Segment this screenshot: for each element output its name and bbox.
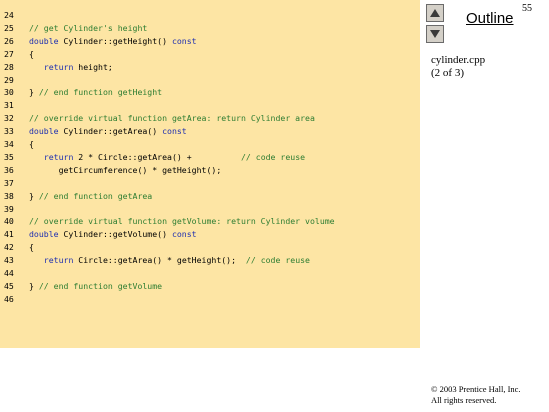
code-token-plain: Cylinder::getVolume() <box>58 229 172 240</box>
code-line: 32 // override virtual function getArea: … <box>0 112 315 124</box>
code-line: 24 <box>0 9 29 21</box>
code-line: 37 <box>0 177 29 189</box>
code-token-plain: Circle::getArea() * getHeight(); <box>73 255 246 266</box>
code-token-keyword: const <box>171 229 197 240</box>
line-number: 34 <box>4 139 14 149</box>
code-line: 35 return 2 * Circle::getArea() + // cod… <box>0 151 305 163</box>
line-number: 38 <box>4 190 14 201</box>
code-line: 26 double Cylinder::getHeight() const <box>0 35 197 47</box>
outline-link[interactable]: Outline <box>466 10 514 27</box>
code-line: 39 <box>0 203 29 215</box>
line-number: 26 <box>4 35 14 46</box>
code-token-keyword: const <box>171 35 197 46</box>
code-token-plain: { <box>29 48 34 59</box>
rights-line: All rights reserved. <box>431 395 497 405</box>
line-number: 40 <box>4 216 14 227</box>
code-token-plain: } <box>29 280 39 291</box>
code-token-keyword: double <box>29 229 59 240</box>
triangle-down-icon <box>430 30 440 38</box>
line-number: 27 <box>4 48 14 59</box>
code-token-keyword: double <box>29 35 59 46</box>
code-token-plain: Cylinder::getArea() <box>58 126 163 137</box>
code-line: 30} // end function getHeight <box>0 86 162 98</box>
code-line: 27 { <box>0 48 34 60</box>
line-number: 29 <box>4 74 14 85</box>
code-token-comment: // end function getArea <box>38 190 153 201</box>
line-number: 36 <box>4 164 14 175</box>
code-line: 31 <box>0 99 29 111</box>
slide-number: 55 <box>522 3 532 14</box>
code-line: 29 <box>0 74 29 86</box>
code-line: 38} // end function getArea <box>0 190 152 202</box>
code-line: 46 <box>0 293 29 305</box>
code-token-keyword: const <box>162 126 187 137</box>
line-number: 24 <box>4 10 14 20</box>
line-number: 41 <box>4 229 14 240</box>
outline-next-button[interactable] <box>426 25 444 43</box>
code-line: 36 getCircumference() * getHeight(); <box>0 164 221 176</box>
code-line: 28 return height; <box>0 61 113 73</box>
code-line: 34 { <box>0 138 34 150</box>
line-number: 30 <box>4 87 14 98</box>
code-token-plain: } <box>29 87 39 98</box>
code-line: 44 <box>0 267 29 279</box>
code-token-keyword: return <box>43 151 74 162</box>
code-token-plain: getCircumference() * getHeight(); <box>29 164 222 175</box>
code-token-plain: { <box>29 139 34 149</box>
code-token-comment: // override virtual function getVolume: … <box>29 216 335 227</box>
code-token-comment: // get Cylinder's height <box>29 22 148 33</box>
code-listing-panel: 24 25 // get Cylinder's height 26 double Cyl… <box>0 0 420 348</box>
code-token-comment: // end function getVolume <box>38 280 163 291</box>
code-line: 25 // get Cylinder's height <box>0 22 147 34</box>
line-number: 35 <box>4 151 14 162</box>
code-token-comment: // code reuse <box>240 151 306 162</box>
copyright-notice: © 2003 Prentice Hall, Inc. All rights re… <box>431 384 521 406</box>
line-number: 32 <box>4 113 14 124</box>
code-token-comment: // code reuse <box>245 255 310 266</box>
line-number: 28 <box>4 61 14 72</box>
code-line: 43 return Circle::getArea() * getHeight(… <box>0 254 310 266</box>
code-token-keyword: double <box>29 126 59 137</box>
line-number: 45 <box>4 280 14 291</box>
line-number: 42 <box>4 242 14 253</box>
line-number: 44 <box>4 268 14 278</box>
triangle-up-icon <box>430 9 440 17</box>
line-number: 37 <box>4 177 14 188</box>
code-line: 40 // override virtual function getVolume… <box>0 215 335 227</box>
line-number: 31 <box>4 100 14 111</box>
code-token-keyword: return <box>43 61 74 72</box>
line-number: 39 <box>4 203 14 214</box>
code-token-plain: } <box>29 190 39 201</box>
file-name: cylinder.cpp <box>431 54 486 66</box>
page-indicator: (2 of 3) <box>431 67 464 79</box>
line-number: 46 <box>4 293 14 304</box>
code-line: 41 double Cylinder::getVolume() const <box>0 228 197 240</box>
code-line: 33 double Cylinder::getArea() const <box>0 125 187 137</box>
code-token-plain: height; <box>73 61 113 72</box>
code-token-keyword: return <box>43 255 74 266</box>
line-number: 43 <box>4 255 14 266</box>
code-line: 45} // end function getVolume <box>0 280 162 292</box>
code-token-plain: { <box>29 242 34 253</box>
code-token-plain: Cylinder::getHeight() <box>58 35 172 46</box>
copyright-line: © 2003 Prentice Hall, Inc. <box>431 384 521 394</box>
line-number: 33 <box>4 126 14 137</box>
code-token-comment: // end function getHeight <box>38 87 163 98</box>
code-line: 42 { <box>0 241 34 253</box>
outline-previous-button[interactable] <box>426 4 444 22</box>
code-token-plain: 2 * Circle::getArea() + <box>73 151 241 162</box>
code-token-comment: // override virtual function getArea: re… <box>29 113 315 124</box>
line-number: 25 <box>4 22 14 33</box>
